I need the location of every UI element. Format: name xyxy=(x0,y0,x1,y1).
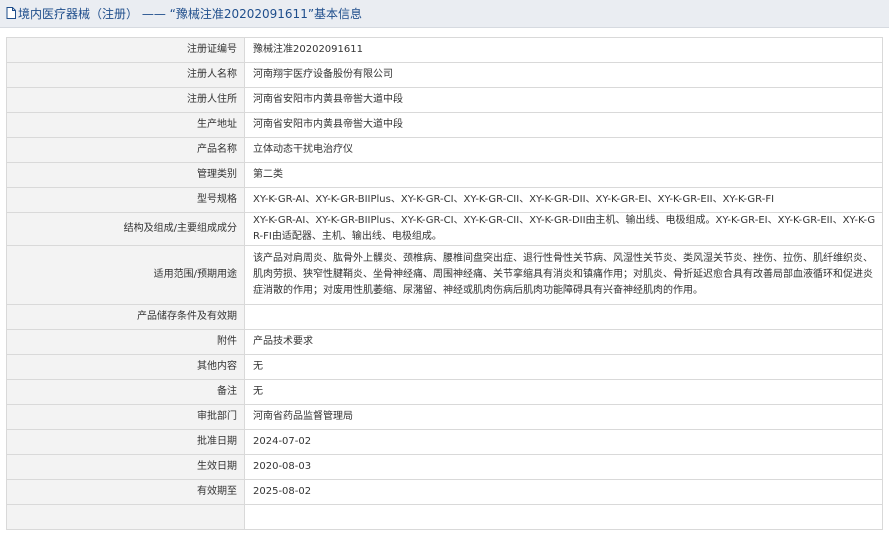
table-row: 结构及组成/主要组成成分 XY-K-GR-AI、XY-K-GR-BIIPlus、… xyxy=(6,212,883,246)
row-label: 注册人名称 xyxy=(6,62,245,88)
table-row: 备注 无 xyxy=(6,379,883,405)
row-label: 生产地址 xyxy=(6,112,245,138)
row-label: 生效日期 xyxy=(6,454,245,480)
table-row: 附件 产品技术要求 xyxy=(6,329,883,355)
row-value: 2020-08-03 xyxy=(244,454,883,480)
table-row: 产品储存条件及有效期 xyxy=(6,304,883,330)
row-label xyxy=(6,504,245,530)
table-row: 审批部门 河南省药品监督管理局 xyxy=(6,404,883,430)
row-value: 立体动态干扰电治疗仪 xyxy=(244,137,883,163)
table-row: 管理类别 第二类 xyxy=(6,162,883,188)
table-row: 产品名称 立体动态干扰电治疗仪 xyxy=(6,137,883,163)
row-value xyxy=(244,304,883,330)
row-label: 批准日期 xyxy=(6,429,245,455)
row-value: 豫械注准20202091611 xyxy=(244,37,883,63)
row-label: 结构及组成/主要组成成分 xyxy=(6,212,245,246)
row-value: 无 xyxy=(244,379,883,405)
table-row xyxy=(6,504,883,530)
row-value: 河南省安阳市内黄县帝喾大道中段 xyxy=(244,112,883,138)
row-label: 注册证编号 xyxy=(6,37,245,63)
page-title-bar: 境内医疗器械（注册） —— “豫械注准20202091611”基本信息 xyxy=(0,0,889,28)
row-value: 第二类 xyxy=(244,162,883,188)
table-row: 适用范围/预期用途 该产品对肩周炎、肱骨外上髁炎、颈椎病、腰椎间盘突出症、退行性… xyxy=(6,245,883,305)
row-label: 其他内容 xyxy=(6,354,245,380)
row-value xyxy=(244,504,883,530)
row-value: 无 xyxy=(244,354,883,380)
row-value: 河南省药品监督管理局 xyxy=(244,404,883,430)
row-label: 管理类别 xyxy=(6,162,245,188)
row-label: 有效期至 xyxy=(6,479,245,505)
row-value: 河南省安阳市内黄县帝喾大道中段 xyxy=(244,87,883,113)
row-value: 2024-07-02 xyxy=(244,429,883,455)
detail-table: 注册证编号 豫械注准20202091611 注册人名称 河南翔宇医疗设备股份有限… xyxy=(6,37,883,530)
table-row: 注册证编号 豫械注准20202091611 xyxy=(6,37,883,63)
row-value: 该产品对肩周炎、肱骨外上髁炎、颈椎病、腰椎间盘突出症、退行性骨性关节病、风湿性关… xyxy=(244,245,883,305)
document-icon xyxy=(6,6,16,19)
table-row: 注册人住所 河南省安阳市内黄县帝喾大道中段 xyxy=(6,87,883,113)
row-value: 河南翔宇医疗设备股份有限公司 xyxy=(244,62,883,88)
table-row: 生产地址 河南省安阳市内黄县帝喾大道中段 xyxy=(6,112,883,138)
row-value: 2025-08-02 xyxy=(244,479,883,505)
page-title: 境内医疗器械（注册） —— “豫械注准20202091611”基本信息 xyxy=(18,7,363,21)
table-row: 批准日期 2024-07-02 xyxy=(6,429,883,455)
row-value: XY-K-GR-AI、XY-K-GR-BIIPlus、XY-K-GR-CI、XY… xyxy=(244,212,883,246)
row-label: 型号规格 xyxy=(6,187,245,213)
table-row: 注册人名称 河南翔宇医疗设备股份有限公司 xyxy=(6,62,883,88)
row-label: 适用范围/预期用途 xyxy=(6,245,245,305)
row-label: 产品储存条件及有效期 xyxy=(6,304,245,330)
row-value: XY-K-GR-AI、XY-K-GR-BIIPlus、XY-K-GR-CI、XY… xyxy=(244,187,883,213)
row-label: 审批部门 xyxy=(6,404,245,430)
table-row: 型号规格 XY-K-GR-AI、XY-K-GR-BIIPlus、XY-K-GR-… xyxy=(6,187,883,213)
row-value: 产品技术要求 xyxy=(244,329,883,355)
row-label: 产品名称 xyxy=(6,137,245,163)
table-row: 生效日期 2020-08-03 xyxy=(6,454,883,480)
row-label: 备注 xyxy=(6,379,245,405)
row-label: 附件 xyxy=(6,329,245,355)
table-row: 其他内容 无 xyxy=(6,354,883,380)
table-row: 有效期至 2025-08-02 xyxy=(6,479,883,505)
row-label: 注册人住所 xyxy=(6,87,245,113)
